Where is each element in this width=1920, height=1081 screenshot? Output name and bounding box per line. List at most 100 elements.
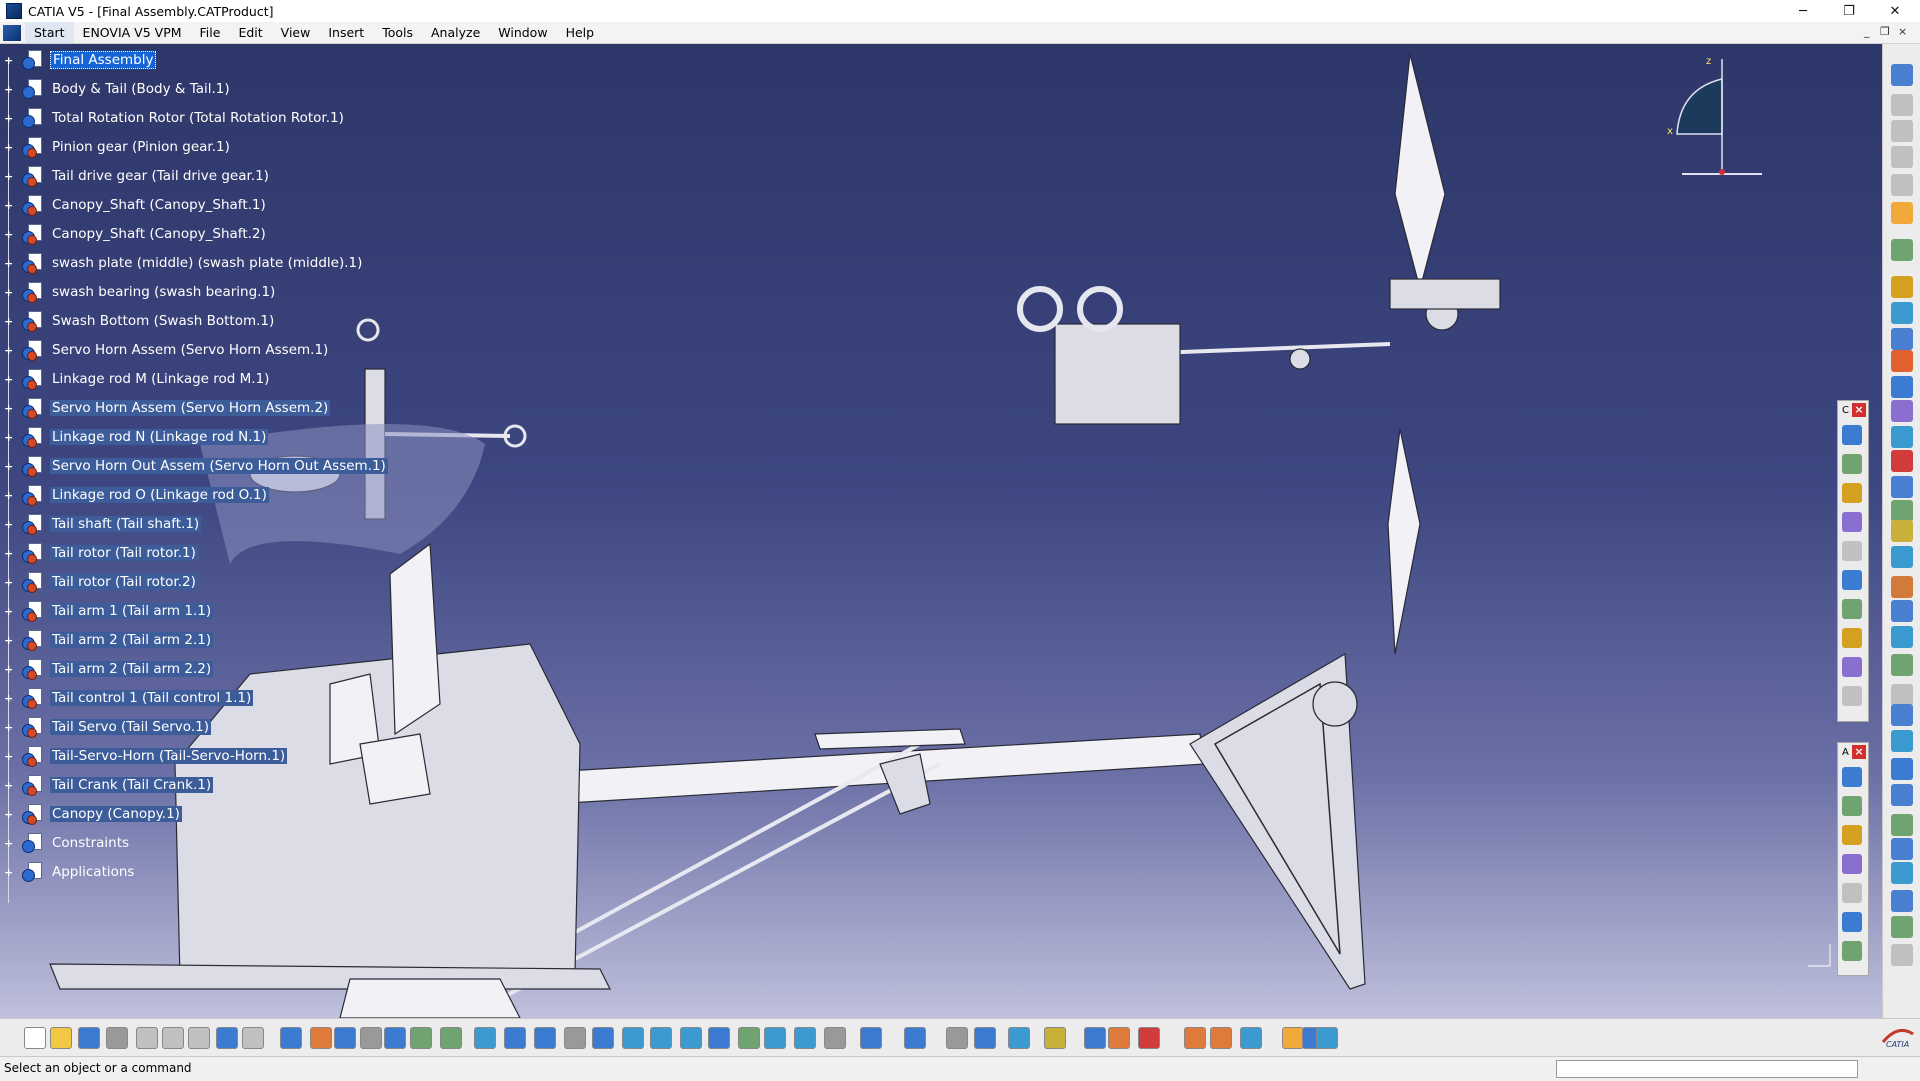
bottom-tool-icon[interactable] [974,1027,996,1049]
bottom-tool-icon[interactable] [1108,1027,1130,1049]
bottom-tool-icon[interactable] [504,1027,526,1049]
toolbar-tool-icon[interactable] [1891,916,1913,938]
menu-file[interactable]: File [191,22,230,43]
toolbar-tool-icon[interactable] [1891,626,1913,648]
toolbar-tool-icon[interactable] [1891,890,1913,912]
bottom-tool-icon[interactable] [534,1027,556,1049]
canopy-support[interactable] [389,542,441,736]
toolbar-tool-icon[interactable] [1891,862,1913,884]
menu-window[interactable]: Window [489,22,556,43]
helicopter-model[interactable] [0,44,1882,1018]
toolbar-tool-icon[interactable] [1891,276,1913,298]
menu-insert[interactable]: Insert [319,22,373,43]
bottom-tool-icon[interactable] [78,1027,100,1049]
bottom-tool-icon[interactable] [860,1027,882,1049]
expand-icon[interactable]: + [4,345,13,356]
palette-tool-icon[interactable] [1842,796,1862,816]
bottom-tool-icon[interactable] [680,1027,702,1049]
minimize-button[interactable]: ─ [1780,0,1826,22]
toolbar-tool-icon[interactable] [1891,546,1913,568]
toolbar-tool-icon[interactable] [1891,328,1913,350]
toolbar-tool-icon[interactable] [1891,704,1913,726]
toolbar-tool-icon[interactable] [1891,758,1913,780]
expand-icon[interactable]: + [4,722,13,733]
palette-tool-icon[interactable] [1842,483,1862,503]
expand-icon[interactable]: + [4,287,13,298]
toolbar-tool-icon[interactable] [1891,174,1913,196]
toolbar-tool-icon[interactable] [1891,730,1913,752]
right-toolbar[interactable] [1882,44,1920,1018]
toolbar-tool-icon[interactable] [1891,838,1913,860]
palette-tool-icon[interactable] [1842,686,1862,706]
expand-icon[interactable]: + [4,867,13,878]
expand-icon[interactable]: + [4,432,13,443]
3d-viewport[interactable]: + Final Assembly + Body & Tail (Body & Tail… [0,44,1882,1018]
landing-skid-front[interactable] [49,963,611,990]
compass-widget[interactable]: z x [1662,54,1782,184]
doc-close-button[interactable]: × [1898,25,1907,38]
expand-icon[interactable]: + [4,316,13,327]
toolbar-tool-icon[interactable] [1891,302,1913,324]
bottom-tool-icon[interactable] [334,1027,356,1049]
expand-icon[interactable]: + [4,461,13,472]
palette-tool-icon[interactable] [1842,599,1862,619]
expand-icon[interactable]: + [4,142,13,153]
toolbar-tool-icon[interactable] [1891,146,1913,168]
toolbar-tool-icon[interactable] [1891,600,1913,622]
toolbar-tool-icon[interactable] [1891,520,1913,542]
landing-skid-strut[interactable] [339,978,521,1018]
menu-edit[interactable]: Edit [229,22,271,43]
bottom-tool-icon[interactable] [162,1027,184,1049]
bottom-tool-icon[interactable] [106,1027,128,1049]
expand-icon[interactable]: + [4,780,13,791]
toolbar-tool-icon[interactable] [1891,500,1913,522]
bottom-tool-icon[interactable] [708,1027,730,1049]
bottom-tool-icon[interactable] [216,1027,238,1049]
bottom-tool-icon[interactable] [474,1027,496,1049]
bottom-tool-icon[interactable] [1282,1027,1304,1049]
maximize-button[interactable]: ❐ [1826,0,1872,22]
toolbar-tool-icon[interactable] [1891,784,1913,806]
bottom-tool-icon[interactable] [242,1027,264,1049]
palette-tool-icon[interactable] [1842,425,1862,445]
palette-tool-icon[interactable] [1842,767,1862,787]
palette-tool-icon[interactable] [1842,628,1862,648]
expand-icon[interactable]: + [4,113,13,124]
bottom-tool-icon[interactable] [622,1027,644,1049]
expand-icon[interactable]: + [4,490,13,501]
toolbar-tool-icon[interactable] [1891,476,1913,498]
doc-minimize-button[interactable]: _ [1864,25,1870,38]
bottom-tool-icon[interactable] [50,1027,72,1049]
frame-servo[interactable] [359,733,431,805]
bottom-tool-icon[interactable] [188,1027,210,1049]
bottom-tool-icon[interactable] [24,1027,46,1049]
expand-icon[interactable]: + [4,84,13,95]
bottom-tool-icon[interactable] [946,1027,968,1049]
bottom-tool-icon[interactable] [904,1027,926,1049]
bottom-tool-icon[interactable] [1316,1027,1338,1049]
bottom-tool-icon[interactable] [384,1027,406,1049]
bottom-tool-icon[interactable] [410,1027,432,1049]
bottom-tool-icon[interactable] [764,1027,786,1049]
menu-analyze[interactable]: Analyze [422,22,489,43]
palette-close-icon[interactable]: × [1852,745,1866,759]
palette-tool-icon[interactable] [1842,454,1862,474]
bottom-tool-icon[interactable] [310,1027,332,1049]
expand-icon[interactable]: + [4,635,13,646]
bottom-tool-icon[interactable] [1084,1027,1106,1049]
bottom-tool-icon[interactable] [564,1027,586,1049]
toolbar-tool-icon[interactable] [1891,64,1913,86]
expand-icon[interactable]: + [4,606,13,617]
expand-icon[interactable]: + [4,519,13,530]
palette-tool-icon[interactable] [1842,657,1862,677]
expand-icon[interactable]: + [4,809,13,820]
bottom-tool-icon[interactable] [794,1027,816,1049]
toolbar-tool-icon[interactable] [1891,944,1913,966]
palette-tool-icon[interactable] [1842,854,1862,874]
bottom-tool-icon[interactable] [1210,1027,1232,1049]
horizontal-stabilizer[interactable] [814,728,966,750]
expand-icon[interactable]: + [4,693,13,704]
menu-enovia[interactable]: ENOVIA V5 VPM [74,22,191,43]
toolbar-tool-icon[interactable] [1891,814,1913,836]
bottom-tool-icon[interactable] [1184,1027,1206,1049]
